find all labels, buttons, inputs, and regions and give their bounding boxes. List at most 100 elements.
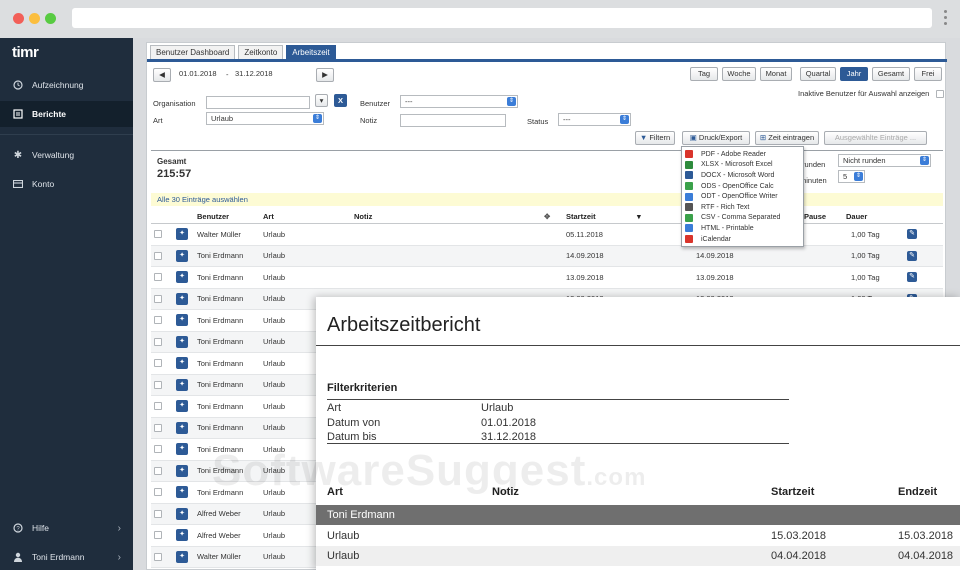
- row-detail-icon[interactable]: ✦: [176, 335, 188, 348]
- organisation-select[interactable]: [206, 96, 310, 109]
- minimize-window-icon[interactable]: [29, 13, 40, 24]
- export-menu-item[interactable]: RTF - Rich Text: [682, 202, 803, 213]
- notiz-input[interactable]: [400, 114, 506, 127]
- table-row[interactable]: ✦ Toni Erdmann Urlaub 13.09.2018 13.09.2018 1…: [151, 267, 943, 289]
- row-checkbox[interactable]: [154, 531, 162, 539]
- row-checkbox[interactable]: [154, 380, 162, 389]
- row-detail-icon[interactable]: ✦: [176, 228, 188, 240]
- export-menu-item[interactable]: HTML - Printable: [682, 223, 803, 234]
- export-menu-item[interactable]: iCalendar: [682, 234, 803, 245]
- export-menu-item[interactable]: ODT - OpenOffice Writer: [682, 191, 803, 202]
- row-checkbox[interactable]: [154, 466, 162, 475]
- row-checkbox[interactable]: [154, 294, 162, 303]
- edit-icon[interactable]: ✎: [907, 229, 917, 239]
- col-dauer[interactable]: Dauer: [846, 212, 867, 221]
- export-menu-item[interactable]: PDF - Adobe Reader: [682, 149, 803, 160]
- runden-select[interactable]: Nicht runden ⇕: [838, 154, 931, 167]
- report-cell-art: Urlaub: [327, 550, 360, 562]
- col-art[interactable]: Art: [263, 212, 274, 221]
- row-detail-icon[interactable]: ✦: [176, 550, 188, 563]
- export-menu-item[interactable]: ODS - OpenOffice Calc: [682, 181, 803, 192]
- export-menu-item[interactable]: CSV - Comma Separated: [682, 213, 803, 224]
- table-row[interactable]: ✦ Walter Müller Urlaub 05.11.2018 1,00 Tag ✎: [151, 224, 943, 246]
- row-checkbox[interactable]: [154, 316, 162, 324]
- period-quartal-button[interactable]: Quartal: [800, 67, 836, 81]
- row-detail-icon[interactable]: ✦: [176, 486, 188, 498]
- minuten-select[interactable]: 5 ⇕: [838, 170, 865, 183]
- row-detail-icon[interactable]: ✦: [176, 314, 188, 326]
- tab-arbeitszeit[interactable]: Arbeitszeit: [286, 45, 336, 60]
- date-from-field[interactable]: 01.01.2018: [175, 68, 225, 81]
- row-checkbox[interactable]: [154, 251, 162, 260]
- row-detail-icon[interactable]: ✦: [176, 443, 188, 455]
- edit-icon[interactable]: ✎: [907, 250, 917, 261]
- row-checkbox[interactable]: [154, 423, 162, 432]
- row-detail-icon[interactable]: ✦: [176, 292, 188, 305]
- col-startzeit[interactable]: Startzeit: [566, 212, 596, 221]
- close-window-icon[interactable]: [13, 13, 24, 24]
- sidebar-item-label: Berichte: [32, 109, 67, 119]
- row-checkbox[interactable]: [154, 488, 162, 496]
- select-all-link[interactable]: Alle 30 Einträge auswählen: [151, 193, 943, 206]
- col-pause[interactable]: Pause: [804, 212, 826, 221]
- sidebar-item-verwaltung[interactable]: ✱ Verwaltung: [0, 142, 133, 168]
- row-detail-icon[interactable]: ✦: [176, 357, 188, 369]
- period-monat-button[interactable]: Monat: [760, 67, 792, 81]
- next-period-button[interactable]: ▶: [316, 68, 334, 82]
- row-checkbox[interactable]: [154, 509, 162, 518]
- address-bar[interactable]: [72, 8, 932, 28]
- tab-benutzer-dashboard[interactable]: Benutzer Dashboard: [150, 45, 236, 60]
- period-jahr-button[interactable]: Jahr: [840, 67, 868, 81]
- row-checkbox[interactable]: [154, 445, 162, 453]
- row-checkbox[interactable]: [154, 359, 162, 367]
- row-checkbox[interactable]: [154, 273, 162, 281]
- row-checkbox[interactable]: [154, 230, 162, 238]
- sidebar-item-label: Aufzeichnung: [32, 80, 84, 90]
- export-menu-item[interactable]: XLSX - Microsoft Excel: [682, 160, 803, 171]
- period-tag-button[interactable]: Tag: [690, 67, 718, 81]
- file-format-icon: [685, 235, 693, 244]
- dropdown-button[interactable]: ▾: [315, 94, 328, 107]
- row-checkbox[interactable]: [154, 402, 162, 410]
- sort-desc-icon[interactable]: ▾: [637, 212, 641, 221]
- filtern-button[interactable]: ▼ Filtern: [635, 131, 675, 145]
- maximize-window-icon[interactable]: [45, 13, 56, 24]
- row-detail-icon[interactable]: ✦: [176, 271, 188, 283]
- druck-export-button[interactable]: ▣ Druck/Export: [682, 131, 750, 145]
- row-checkbox[interactable]: [154, 552, 162, 561]
- tab-zeitkonto[interactable]: Zeitkonto: [238, 45, 284, 60]
- prev-period-button[interactable]: ◀: [153, 68, 171, 82]
- edit-icon[interactable]: ✎: [907, 272, 917, 282]
- zeit-eintragen-button[interactable]: ⊞ Zeit eintragen: [755, 131, 819, 145]
- row-detail-icon[interactable]: ✦: [176, 400, 188, 412]
- inactive-users-checkbox[interactable]: [936, 90, 944, 98]
- col-notiz-settings-icon[interactable]: ✥: [544, 212, 550, 221]
- row-detail-icon[interactable]: ✦: [176, 529, 188, 541]
- clear-x-icon[interactable]: X: [334, 94, 347, 107]
- row-detail-icon[interactable]: ✦: [176, 249, 188, 262]
- row-detail-icon[interactable]: ✦: [176, 378, 188, 391]
- sidebar-item-user[interactable]: Toni Erdmann ›: [0, 544, 133, 570]
- art-select[interactable]: Urlaub ⇕: [206, 112, 324, 125]
- period-woche-button[interactable]: Woche: [722, 67, 756, 81]
- date-to-field[interactable]: 31.12.2018: [231, 68, 281, 81]
- row-detail-icon[interactable]: ✦: [176, 421, 188, 434]
- row-checkbox[interactable]: [154, 337, 162, 346]
- ausgewaehlte-eintraege-button[interactable]: Ausgewählte Einträge ...: [824, 131, 927, 145]
- export-menu-item[interactable]: DOCX - Microsoft Word: [682, 170, 803, 181]
- sidebar-item-konto[interactable]: Konto: [0, 171, 133, 197]
- benutzer-select[interactable]: --- ⇕: [400, 95, 518, 108]
- row-detail-icon[interactable]: ✦: [176, 464, 188, 477]
- period-gesamt-button[interactable]: Gesamt: [872, 67, 910, 81]
- cell-art: Urlaub: [263, 251, 286, 260]
- sidebar-item-berichte[interactable]: Berichte: [0, 101, 133, 127]
- period-frei-button[interactable]: Frei: [914, 67, 942, 81]
- browser-menu-icon[interactable]: [942, 10, 948, 28]
- sidebar-item-aufzeichnung[interactable]: Aufzeichnung: [0, 72, 133, 98]
- col-notiz[interactable]: Notiz: [354, 212, 372, 221]
- sidebar-item-hilfe[interactable]: ? Hilfe ›: [0, 515, 133, 541]
- table-row[interactable]: ✦ Toni Erdmann Urlaub 14.09.2018 14.09.2018 1…: [151, 245, 943, 267]
- row-detail-icon[interactable]: ✦: [176, 507, 188, 520]
- col-benutzer[interactable]: Benutzer: [197, 212, 229, 221]
- status-select[interactable]: --- ⇕: [558, 113, 631, 126]
